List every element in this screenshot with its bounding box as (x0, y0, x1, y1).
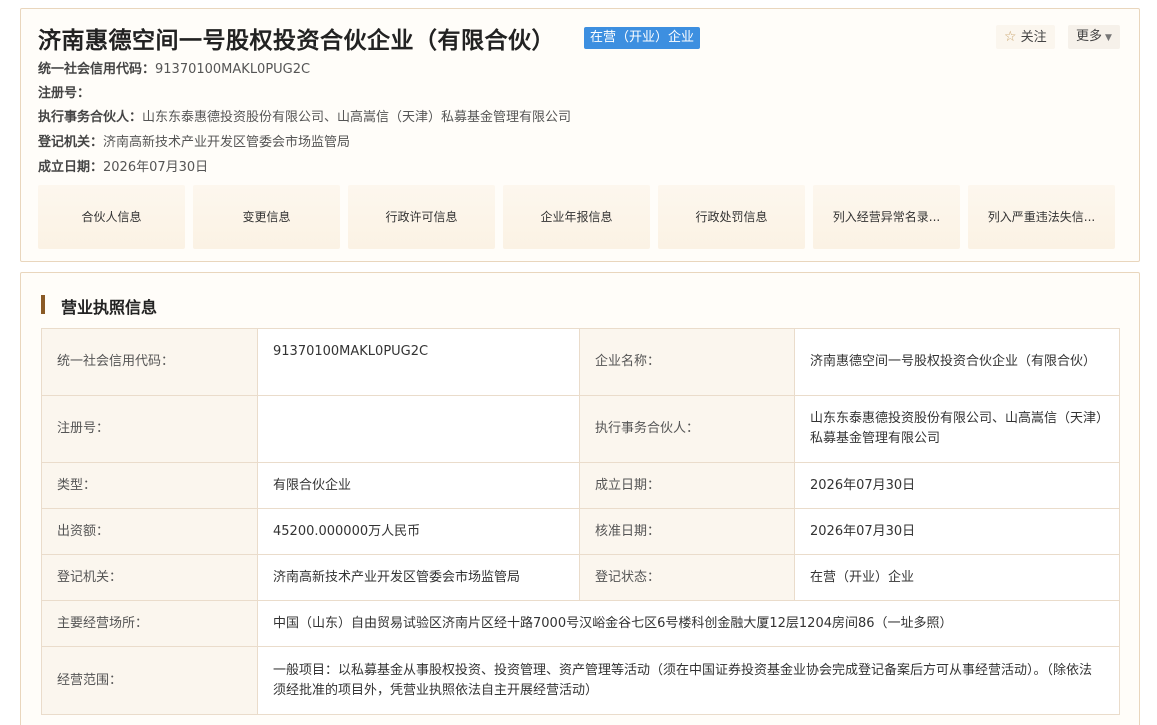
tab-serious-violations[interactable]: 列入严重违法失信... (968, 185, 1115, 249)
info-established: 成立日期：2026年07月30日 (38, 160, 209, 175)
star-icon: ☆ (1004, 29, 1017, 45)
value-credit-code: 91370100MAKL0PUG2C (257, 328, 580, 396)
follow-button[interactable]: ☆ 关注 (996, 25, 1055, 49)
label-capital: 出资额： (41, 508, 258, 555)
tab-penalties[interactable]: 行政处罚信息 (658, 185, 805, 249)
more-button[interactable]: 更多 ▼ (1068, 25, 1120, 49)
chevron-down-icon: ▼ (1105, 33, 1112, 43)
license-table: 统一社会信用代码： 91370100MAKL0PUG2C 企业名称： 济南惠德空… (41, 328, 1120, 715)
status-badge: 在营（开业）企业 (584, 27, 701, 49)
company-header-card: 济南惠德空间一号股权投资合伙企业（有限合伙） 在营（开业）企业 ☆ 关注 更多 ▼ … (20, 8, 1140, 262)
value-authority: 济南高新技术产业开发区管委会市场监管局 (257, 554, 580, 601)
table-row: 统一社会信用代码： 91370100MAKL0PUG2C 企业名称： 济南惠德空… (41, 328, 1120, 396)
table-row: 注册号： 执行事务合伙人： 山东东泰惠德投资股份有限公司、山高嵩信（天津）私募基… (41, 395, 1120, 463)
tab-licenses[interactable]: 行政许可信息 (348, 185, 495, 249)
table-row: 类型： 有限合伙企业 成立日期： 2026年07月30日 (41, 462, 1120, 509)
section-title: 营业执照信息 (61, 298, 158, 317)
table-row: 出资额： 45200.000000万人民币 核准日期： 2026年07月30日 (41, 508, 1120, 555)
section-marker (41, 295, 45, 314)
table-row: 主要经营场所： 中国（山东）自由贸易试验区济南片区经十路7000号汉峪金谷七区6… (41, 600, 1120, 647)
value-company-name: 济南惠德空间一号股权投资合伙企业（有限合伙） (794, 328, 1120, 396)
value-reg-number (257, 395, 580, 463)
label-reg-number: 注册号： (41, 395, 258, 463)
label-approval-date: 核准日期： (579, 508, 795, 555)
value-approval-date: 2026年07月30日 (794, 508, 1120, 555)
label-reg-status: 登记状态： (579, 554, 795, 601)
tab-annual-reports[interactable]: 企业年报信息 (503, 185, 650, 249)
value-capital: 45200.000000万人民币 (257, 508, 580, 555)
info-reg-number: 注册号： (38, 86, 91, 101)
value-reg-status: 在营（开业）企业 (794, 554, 1120, 601)
tab-partners[interactable]: 合伙人信息 (38, 185, 185, 249)
info-managing-partner: 执行事务合伙人：山东东泰惠德投资股份有限公司、山高嵩信（天津）私募基金管理有限公… (38, 110, 572, 125)
table-row: 经营范围： 一般项目：以私募基金从事股权投资、投资管理、资产管理等活动（须在中国… (41, 646, 1120, 715)
label-credit-code: 统一社会信用代码： (41, 328, 258, 396)
label-company-name: 企业名称： (579, 328, 795, 396)
label-managing-partner: 执行事务合伙人： (579, 395, 795, 463)
label-scope: 经营范围： (41, 646, 258, 715)
value-scope: 一般项目：以私募基金从事股权投资、投资管理、资产管理等活动（须在中国证券投资基金… (257, 646, 1120, 715)
business-license-card: 营业执照信息 统一社会信用代码： 91370100MAKL0PUG2C 企业名称… (20, 272, 1140, 725)
follow-label: 关注 (1020, 30, 1047, 45)
value-managing-partner: 山东东泰惠德投资股份有限公司、山高嵩信（天津）私募基金管理有限公司 (794, 395, 1120, 463)
info-authority: 登记机关：济南高新技术产业开发区管委会市场监管局 (38, 135, 351, 150)
value-address: 中国（山东）自由贸易试验区济南片区经十路7000号汉峪金谷七区6号楼科创金融大厦… (257, 600, 1120, 647)
info-tabs: 合伙人信息 变更信息 行政许可信息 企业年报信息 行政处罚信息 列入经营异常名录… (38, 185, 1120, 249)
label-address: 主要经营场所： (41, 600, 258, 647)
value-established: 2026年07月30日 (794, 462, 1120, 509)
info-credit-code: 统一社会信用代码：91370100MAKL0PUG2C (38, 62, 311, 77)
label-type: 类型： (41, 462, 258, 509)
company-title: 济南惠德空间一号股权投资合伙企业（有限合伙） (38, 28, 555, 54)
value-type: 有限合伙企业 (257, 462, 580, 509)
label-authority: 登记机关： (41, 554, 258, 601)
label-established: 成立日期： (579, 462, 795, 509)
tab-abnormal-list[interactable]: 列入经营异常名录... (813, 185, 960, 249)
table-row: 登记机关： 济南高新技术产业开发区管委会市场监管局 登记状态： 在营（开业）企业 (41, 554, 1120, 601)
more-label: 更多 (1076, 29, 1103, 44)
tab-changes[interactable]: 变更信息 (193, 185, 340, 249)
